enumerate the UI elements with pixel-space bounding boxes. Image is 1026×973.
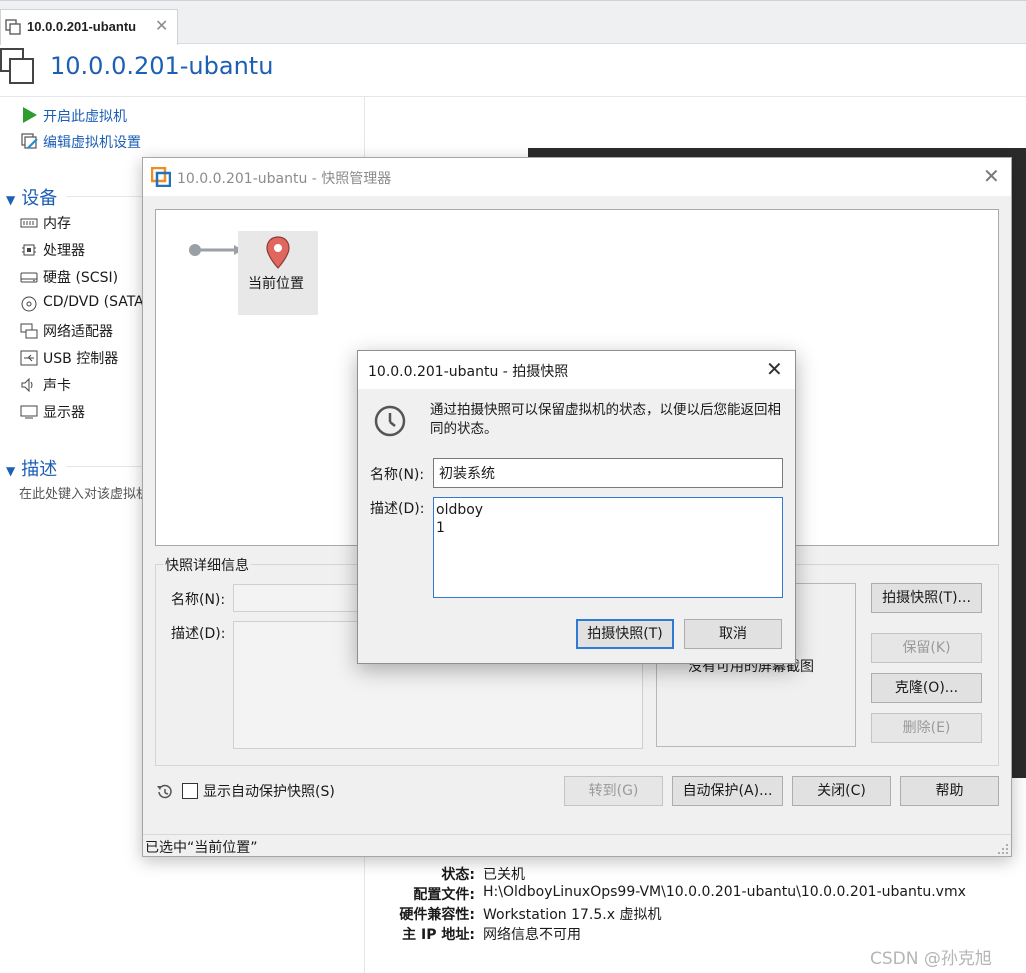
cd-dvd-icon <box>21 296 37 312</box>
snapshot-name-label: 名称(N): <box>171 592 226 608</box>
delete-button[interactable]: 删除(E) <box>871 713 982 743</box>
header-divider <box>0 96 1026 97</box>
take-snapshot-title: 10.0.0.201-ubantu - 拍摄快照 <box>368 364 569 380</box>
vm-icon <box>5 19 21 35</box>
history-icon <box>157 784 172 799</box>
usb-icon <box>20 350 38 366</box>
vmware-logo-icon <box>151 167 171 187</box>
collapse-triangle-icon: ▼ <box>6 464 16 478</box>
close-icon[interactable]: ✕ <box>983 164 1000 188</box>
hard-disk-icon <box>20 272 38 283</box>
detail-label: 硬件兼容性: <box>399 907 475 923</box>
edit-settings-label: 编辑虚拟机设置 <box>43 135 141 151</box>
clock-icon <box>374 405 406 437</box>
collapse-triangle-icon: ▼ <box>6 193 16 207</box>
resize-grip-icon[interactable] <box>997 843 1009 855</box>
close-icon[interactable]: ✕ <box>766 357 783 381</box>
devices-section-header[interactable]: ▼ 设备 <box>6 184 57 210</box>
snapshot-name-input[interactable]: 初装系统 <box>433 458 783 488</box>
autoprotect-button[interactable]: 自动保护(A)... <box>672 776 783 806</box>
confirm-take-snapshot-button[interactable]: 拍摄快照(T) <box>576 619 674 649</box>
snapshot-description-input[interactable]: oldboy 1 <box>433 497 783 598</box>
detail-value: Workstation 17.5.x 虚拟机 <box>483 907 662 923</box>
keep-button[interactable]: 保留(K) <box>871 633 982 663</box>
status-text: 已选中“当前位置” <box>145 840 258 856</box>
status-bar: 已选中“当前位置” <box>143 834 1011 856</box>
play-icon <box>23 107 37 123</box>
description-section-header[interactable]: ▼ 描述 <box>6 455 57 481</box>
goto-button[interactable]: 转到(G) <box>564 776 663 806</box>
snapshot-details-title: 快照详细信息 <box>163 555 251 575</box>
detail-label: 主 IP 地址: <box>402 927 475 943</box>
cancel-button[interactable]: 取消 <box>684 619 782 649</box>
device-label: 内存 <box>43 216 71 232</box>
vm-details: 状态: 已关机 配置文件: H:\OldboyLinuxOps99-VM\10.… <box>385 864 1005 946</box>
display-icon <box>20 405 38 419</box>
device-label: USB 控制器 <box>43 351 119 367</box>
devices-section-title: 设备 <box>21 188 58 209</box>
snapshot-manager-title: 10.0.0.201-ubantu - 快照管理器 <box>177 171 392 187</box>
tab-close-icon[interactable]: ✕ <box>155 16 168 35</box>
device-cd-dvd[interactable]: CD/DVD (SATA) <box>20 294 142 316</box>
vm-large-icon <box>0 48 34 84</box>
device-label: 显示器 <box>43 405 85 421</box>
device-label: 硬盘 (SCSI) <box>43 270 119 286</box>
take-snapshot-info: 通过拍摄快照可以保留虚拟机的状态，以便以后您能返回相同的状态。 <box>430 402 781 437</box>
detail-value: H:\OldboyLinuxOps99-VM\10.0.0.201-ubantu… <box>483 884 966 900</box>
location-pin-icon <box>266 236 290 269</box>
current-position-node[interactable]: 当前位置 <box>238 231 318 315</box>
take-snapshot-dialog: 10.0.0.201-ubantu - 拍摄快照 ✕ 通过拍摄快照可以保留虚拟机… <box>357 350 796 664</box>
description-section-rule <box>66 466 146 467</box>
speaker-icon <box>21 377 33 393</box>
name-label: 名称(N): <box>370 467 425 483</box>
timeline-connector <box>189 244 243 256</box>
description-label: 描述(D): <box>370 501 425 517</box>
device-label: CD/DVD (SATA) <box>43 294 142 310</box>
clone-button[interactable]: 克隆(O)... <box>871 673 982 703</box>
devices-section-rule <box>66 196 146 197</box>
device-label: 处理器 <box>43 243 85 259</box>
power-on-label: 开启此虚拟机 <box>43 109 127 125</box>
snapshot-description-label: 描述(D): <box>171 626 226 642</box>
detail-value: 已关机 <box>483 867 525 883</box>
snapshot-name-field[interactable] <box>233 584 359 612</box>
tab-label: 10.0.0.201-ubantu <box>27 19 137 34</box>
show-autoprotect-label: 显示自动保护快照(S) <box>203 784 335 800</box>
processor-icon <box>22 244 36 256</box>
edit-settings-icon <box>21 133 38 149</box>
snapshot-manager-titlebar[interactable]: 10.0.0.201-ubantu - 快照管理器 ✕ <box>143 158 1011 196</box>
detail-label: 配置文件: <box>413 887 475 903</box>
show-autoprotect-checkbox[interactable] <box>182 783 198 799</box>
tab-vm[interactable]: 10.0.0.201-ubantu ✕ <box>0 9 178 45</box>
take-snapshot-button[interactable]: 拍摄快照(T)... <box>871 583 982 613</box>
detail-value: 网络信息不可用 <box>483 927 581 943</box>
take-snapshot-titlebar[interactable]: 10.0.0.201-ubantu - 拍摄快照 ✕ <box>358 351 795 389</box>
watermark: CSDN @孙克旭 <box>870 949 992 969</box>
description-hint[interactable]: 在此处键入对该虚拟机的描述。 <box>19 483 144 502</box>
description-section-title: 描述 <box>21 459 58 480</box>
memory-icon <box>20 218 38 228</box>
help-button[interactable]: 帮助 <box>900 776 999 806</box>
device-label: 声卡 <box>43 378 71 394</box>
vm-title: 10.0.0.201-ubantu <box>50 52 274 80</box>
current-position-label: 当前位置 <box>248 276 304 292</box>
close-button[interactable]: 关闭(C) <box>792 776 891 806</box>
tab-bar: 10.0.0.201-ubantu ✕ <box>0 0 1026 45</box>
device-label: 网络适配器 <box>43 324 113 340</box>
detail-label: 状态: <box>441 867 475 883</box>
network-adapter-icon <box>20 323 38 339</box>
